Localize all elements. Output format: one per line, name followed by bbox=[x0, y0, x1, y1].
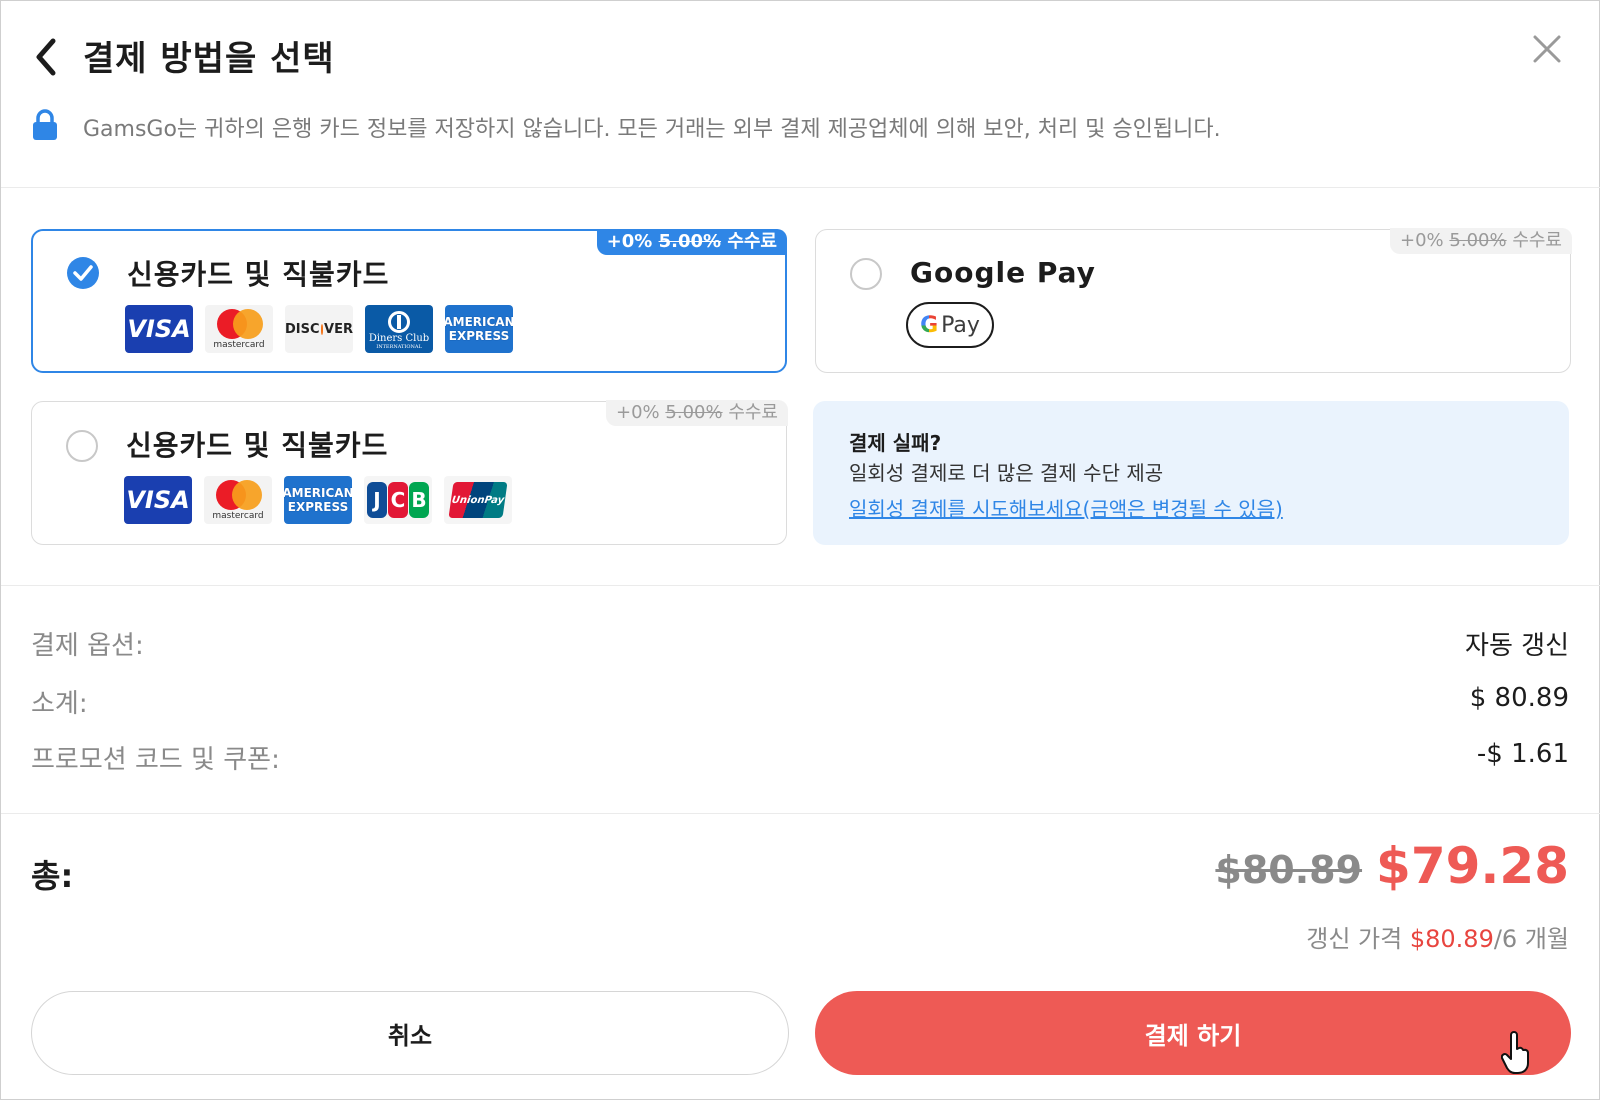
mastercard-text: mastercard bbox=[213, 339, 265, 350]
amex-text-top: AMERICAN bbox=[445, 315, 513, 329]
security-note: GamsGo는 귀하의 은행 카드 정보를 저장하지 않습니다. 모든 거래는 … bbox=[83, 117, 1221, 142]
payment-option-value: 자동 갱신 bbox=[1465, 631, 1569, 661]
page-title: 결제 방법을 선택 bbox=[83, 39, 335, 79]
original-price: $80.89 bbox=[1215, 848, 1363, 892]
renewal-period: /6 개월 bbox=[1493, 925, 1569, 953]
fee-badge: +0% 5.00% 수수료 bbox=[596, 229, 787, 255]
radio-unselected[interactable] bbox=[850, 258, 882, 290]
mastercard-logo: mastercard bbox=[204, 476, 272, 524]
diners-club-logo: Diners Club INTERNATIONAL bbox=[365, 305, 433, 353]
visa-text: VISA bbox=[126, 486, 190, 514]
google-g-icon: G bbox=[920, 312, 939, 338]
amex-text-bottom: EXPRESS bbox=[287, 500, 349, 514]
check-icon bbox=[73, 265, 93, 281]
hand-cursor-icon bbox=[1500, 1031, 1531, 1075]
payment-failed-title: 결제 실패? bbox=[849, 431, 942, 455]
options-divider bbox=[1, 585, 1600, 586]
subtotal-value: $ 80.89 bbox=[1469, 683, 1569, 713]
payment-failed-notice: 결제 실패? 일회성 결제로 더 많은 결제 수단 제공 일회성 결제를 시도해… bbox=[813, 401, 1569, 545]
fee-prefix: +0% bbox=[616, 402, 660, 423]
fee-badge: +0% 5.00% 수수료 bbox=[1390, 228, 1572, 254]
mastercard-text: mastercard bbox=[212, 510, 264, 521]
fee-original: 5.00% bbox=[1449, 230, 1507, 251]
amex-logo: AMERICAN EXPRESS bbox=[284, 476, 352, 524]
summary-divider bbox=[1, 813, 1600, 814]
payment-option-label-row: 결제 옵션: bbox=[31, 631, 144, 661]
header-divider bbox=[1, 187, 1600, 188]
fee-suffix: 수수료 bbox=[727, 231, 777, 252]
subtotal-label: 소계: bbox=[31, 689, 88, 719]
unionpay-logo: UnionPay bbox=[444, 476, 512, 524]
discover-text-right: VER bbox=[324, 321, 353, 337]
payment-failed-description: 일회성 결제로 더 많은 결제 수단 제공 bbox=[849, 461, 1164, 485]
back-chevron-icon[interactable] bbox=[29, 35, 65, 79]
fee-prefix: +0% bbox=[606, 231, 653, 252]
one-time-payment-link[interactable]: 일회성 결제를 시도해보세요(금액은 변경될 수 있음) bbox=[849, 493, 1283, 522]
renewal-prefix: 갱신 가격 bbox=[1306, 925, 1403, 953]
jcb-j: J bbox=[367, 482, 387, 518]
promo-value: -$ 1.61 bbox=[1476, 739, 1569, 769]
diners-subtext: INTERNATIONAL bbox=[376, 343, 422, 350]
cancel-button[interactable]: 취소 bbox=[31, 991, 789, 1075]
pay-button[interactable]: 결제 하기 bbox=[815, 991, 1571, 1075]
card-logos: VISA mastercard DISC VER Diners Club INTER… bbox=[125, 305, 513, 353]
amex-logo: AMERICAN EXPRESS bbox=[445, 305, 513, 353]
renewal-info: 갱신 가격 $80.89/6 개월 bbox=[1306, 919, 1569, 954]
discover-logo: DISC VER bbox=[285, 305, 353, 353]
lock-icon bbox=[31, 109, 59, 141]
google-pay-logo: G Pay bbox=[906, 302, 994, 348]
final-price: $79.28 bbox=[1376, 837, 1569, 895]
jcb-b: B bbox=[409, 482, 429, 518]
mastercard-logo: mastercard bbox=[205, 305, 273, 353]
fee-suffix: 수수료 bbox=[728, 402, 778, 423]
jcb-logo: JCB bbox=[364, 476, 432, 524]
payment-method-dialog: 결제 방법을 선택 GamsGo는 귀하의 은행 카드 정보를 저장하지 않습니… bbox=[0, 0, 1600, 1100]
payment-option-label: Google Pay bbox=[910, 256, 1096, 289]
renewal-price: $80.89 bbox=[1409, 925, 1494, 953]
fee-prefix: +0% bbox=[1400, 230, 1444, 251]
radio-unselected[interactable] bbox=[66, 430, 98, 462]
amex-text-top: AMERICAN bbox=[284, 486, 352, 500]
payment-option-label: 신용카드 및 직불카드 bbox=[127, 258, 390, 291]
total-price: $80.89 $79.28 bbox=[1215, 837, 1569, 895]
close-icon[interactable] bbox=[1527, 29, 1567, 69]
promo-label: 프로모션 코드 및 쿠폰: bbox=[31, 745, 280, 775]
fee-suffix: 수수료 bbox=[1512, 230, 1562, 251]
radio-selected[interactable] bbox=[67, 257, 99, 289]
discover-text-left: DISC bbox=[285, 321, 320, 337]
visa-text: VISA bbox=[127, 315, 191, 343]
visa-logo: VISA bbox=[125, 305, 193, 353]
payment-option-card-2[interactable]: +0% 5.00% 수수료 신용카드 및 직불카드 VISA mastercar… bbox=[31, 400, 788, 545]
card-logos: VISA mastercard AMERICAN EXPRESS JCB Unio… bbox=[124, 476, 512, 524]
unionpay-text: UnionPay bbox=[448, 482, 508, 518]
visa-logo: VISA bbox=[124, 476, 192, 524]
payment-option-card-1[interactable]: +0% 5.00% 수수료 신용카드 및 직불카드 VISA mastercar… bbox=[31, 229, 787, 373]
google-pay-text: Pay bbox=[941, 312, 980, 338]
fee-original: 5.00% bbox=[658, 231, 722, 252]
total-label: 총: bbox=[31, 857, 74, 895]
fee-badge: +0% 5.00% 수수료 bbox=[606, 400, 788, 426]
payment-option-google-pay[interactable]: +0% 5.00% 수수료 Google Pay G Pay bbox=[815, 228, 1572, 373]
payment-option-label: 신용카드 및 직불카드 bbox=[126, 429, 389, 462]
amex-text-bottom: EXPRESS bbox=[448, 329, 510, 343]
jcb-c: C bbox=[388, 482, 408, 518]
diners-text: Diners Club bbox=[368, 332, 430, 344]
fee-original: 5.00% bbox=[665, 402, 723, 423]
